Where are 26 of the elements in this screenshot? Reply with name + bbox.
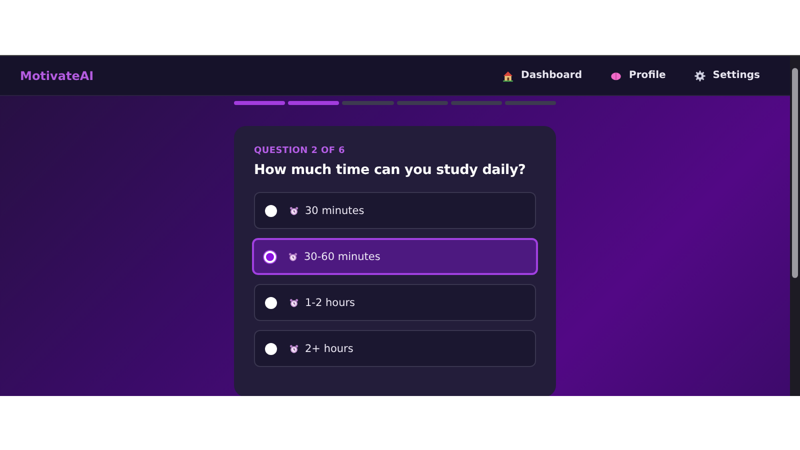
answer-option[interactable]: 30-60 minutes — [252, 238, 538, 275]
answer-option[interactable]: 2+ hours — [254, 330, 536, 367]
house-icon — [502, 70, 514, 82]
radio-button[interactable] — [265, 204, 277, 216]
alarm-clock-icon — [289, 206, 299, 216]
answer-option[interactable]: 1-2 hours — [254, 284, 536, 321]
brain-icon — [610, 70, 622, 82]
option-label: 2+ hours — [305, 342, 354, 354]
alarm-clock-icon — [288, 252, 298, 262]
option-label: 30-60 minutes — [304, 250, 380, 262]
option-label: 30 minutes — [305, 204, 364, 216]
radio-button[interactable] — [265, 296, 277, 308]
radio-button[interactable] — [265, 342, 277, 354]
scrollbar[interactable] — [790, 56, 800, 396]
alarm-clock-icon — [289, 298, 299, 308]
nav-link[interactable]: Settings — [694, 70, 760, 82]
question-title: How much time can you study daily? — [254, 162, 527, 178]
nav-link[interactable]: Profile — [610, 70, 666, 82]
radio-button[interactable] — [264, 250, 276, 262]
question-counter: QUESTION 2 OF 6 — [254, 146, 346, 156]
alarm-clock-icon — [289, 344, 299, 354]
option-label: 1-2 hours — [305, 296, 356, 308]
nav-link[interactable]: Dashboard — [502, 70, 582, 82]
answer-option[interactable]: 30 minutes — [254, 192, 536, 229]
brand-logo[interactable]: MotivateAI — [20, 68, 94, 82]
gear-icon — [694, 70, 706, 82]
